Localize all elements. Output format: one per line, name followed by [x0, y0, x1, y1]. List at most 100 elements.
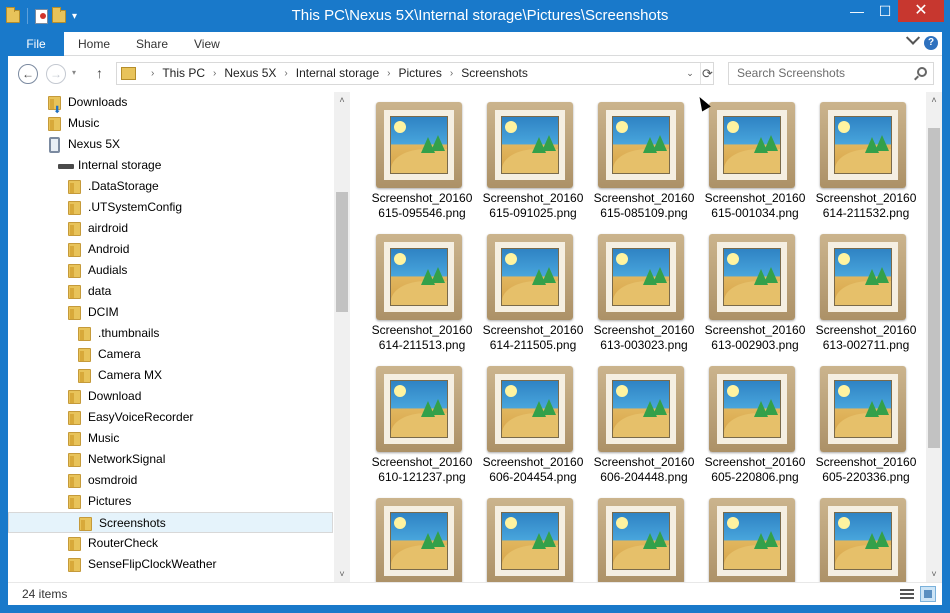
file-item[interactable]: Screenshot_20160 614-211513.png: [362, 226, 472, 354]
tree-item[interactable]: osmdroid: [8, 470, 333, 491]
file-item[interactable]: Screenshot_20160 614-211532.png: [806, 94, 916, 222]
tab-share[interactable]: Share: [136, 32, 168, 56]
file-item[interactable]: [584, 490, 684, 582]
folder-icon: [78, 327, 91, 341]
tree-item[interactable]: .UTSystemConfig: [8, 197, 333, 218]
breadcrumb-separator[interactable]: ›: [213, 63, 216, 84]
file-name-line: 606-204454.png: [489, 470, 577, 484]
address-dropdown-icon[interactable]: ⌄: [683, 63, 697, 84]
image-file-icon: [820, 234, 906, 320]
file-item[interactable]: Screenshot_20160 615-085109.png: [584, 94, 694, 222]
expand-ribbon-icon[interactable]: [905, 30, 921, 45]
breadcrumb-this-pc[interactable]: This PC: [162, 63, 205, 84]
file-name-line: 614-211513.png: [378, 338, 466, 352]
folder-icon[interactable]: [6, 6, 20, 23]
large-icons-view-icon[interactable]: [920, 586, 936, 602]
tree-item[interactable]: Nexus 5X: [8, 134, 333, 155]
tab-home[interactable]: Home: [78, 32, 110, 56]
tree-item[interactable]: airdroid: [8, 218, 333, 239]
tree-item[interactable]: Camera: [8, 344, 333, 365]
explorer-window: ▾ This PC\Nexus 5X\Internal storage\Pict…: [0, 0, 950, 613]
back-button[interactable]: ←: [18, 64, 38, 84]
file-item[interactable]: [695, 490, 795, 582]
file-item[interactable]: Screenshot_20160 605-220806.png: [695, 358, 805, 486]
forward-button[interactable]: →: [46, 64, 66, 84]
new-folder-icon[interactable]: [52, 6, 66, 23]
file-item[interactable]: Screenshot_20160 606-204454.png: [473, 358, 583, 486]
breadcrumb-pictures[interactable]: Pictures: [398, 63, 441, 84]
tree-item[interactable]: SenseFlipClockWeather: [8, 554, 333, 575]
maximize-button[interactable]: ☐: [872, 0, 898, 22]
tree-item[interactable]: Music: [8, 113, 333, 134]
tree-item[interactable]: data: [8, 281, 333, 302]
file-item[interactable]: Screenshot_20160 606-204448.png: [584, 358, 694, 486]
folder-icon: [68, 201, 81, 215]
file-item[interactable]: Screenshot_20160 615-001034.png: [695, 94, 805, 222]
scrollbar-thumb[interactable]: [928, 128, 940, 448]
file-name: Screenshot_20160 614-211505.png: [473, 323, 593, 353]
file-item[interactable]: Screenshot_20160 613-002711.png: [806, 226, 916, 354]
file-item[interactable]: [362, 490, 462, 582]
refresh-icon[interactable]: ⟳: [700, 63, 714, 84]
scroll-down-icon[interactable]: ˅: [334, 566, 350, 582]
breadcrumb-separator[interactable]: ›: [151, 63, 154, 84]
help-icon[interactable]: ?: [924, 36, 938, 50]
search-input[interactable]: Search Screenshots: [728, 62, 934, 85]
title-bar: ▾ This PC\Nexus 5X\Internal storage\Pict…: [0, 0, 950, 32]
minimize-button[interactable]: —: [844, 0, 870, 22]
breadcrumb-separator[interactable]: ›: [450, 63, 453, 84]
recent-locations-icon[interactable]: ▾: [72, 68, 76, 77]
breadcrumb-screenshots[interactable]: Screenshots: [461, 63, 528, 84]
file-item[interactable]: Screenshot_20160 615-095546.png: [362, 94, 472, 222]
tree-item[interactable]: RouterCheck: [8, 533, 333, 554]
file-item[interactable]: Screenshot_20160 613-003023.png: [584, 226, 694, 354]
tree-item[interactable]: Internal storage: [8, 155, 333, 176]
scrollbar-thumb[interactable]: [336, 192, 348, 312]
details-view-icon[interactable]: [900, 587, 914, 601]
tree-item-label: Download: [88, 389, 142, 403]
breadcrumb-separator[interactable]: ›: [387, 63, 390, 84]
file-item[interactable]: Screenshot_20160 613-002903.png: [695, 226, 805, 354]
search-icon[interactable]: [917, 67, 927, 77]
breadcrumb-internal-storage[interactable]: Internal storage: [296, 63, 379, 84]
file-name: Screenshot_20160 605-220806.png: [695, 455, 815, 485]
file-item[interactable]: Screenshot_20160 614-211505.png: [473, 226, 583, 354]
file-item[interactable]: Screenshot_20160 605-220336.png: [806, 358, 916, 486]
scroll-down-icon[interactable]: ˅: [926, 566, 942, 582]
file-name-line: Screenshot_20160: [371, 191, 473, 205]
up-button[interactable]: ↑: [96, 65, 103, 81]
address-bar[interactable]: › This PC › Nexus 5X › Internal storage …: [116, 62, 714, 85]
tree-item[interactable]: Music: [8, 428, 333, 449]
file-item[interactable]: Screenshot_20160 615-091025.png: [473, 94, 583, 222]
properties-icon[interactable]: [35, 8, 48, 24]
file-item[interactable]: [806, 490, 906, 582]
file-item[interactable]: [473, 490, 573, 582]
file-name-line: 613-002711.png: [822, 338, 910, 352]
file-item[interactable]: Screenshot_20160 610-121237.png: [362, 358, 472, 486]
tree-item[interactable]: ⬇ Downloads: [8, 92, 333, 116]
tree-item[interactable]: Pictures: [8, 491, 333, 512]
tab-view[interactable]: View: [194, 32, 220, 56]
close-button[interactable]: ✕: [898, 0, 944, 22]
tree-item[interactable]: .DataStorage: [8, 176, 333, 197]
customize-toolbar-icon[interactable]: ▾: [72, 11, 77, 22]
tree-item[interactable]: .thumbnails: [8, 323, 333, 344]
tree-item[interactable]: Screenshots: [8, 512, 333, 533]
tree-scrollbar[interactable]: ˄ ˅: [334, 92, 350, 582]
breadcrumb-nexus-5x[interactable]: Nexus 5X: [224, 63, 276, 84]
breadcrumb-separator[interactable]: ›: [284, 63, 287, 84]
tree-item-label: Camera MX: [98, 368, 163, 382]
scroll-up-icon[interactable]: ˄: [926, 92, 942, 108]
tree-item[interactable]: EasyVoiceRecorder: [8, 407, 333, 428]
tree-item[interactable]: Android: [8, 239, 333, 260]
file-name-line: 605-220336.png: [822, 470, 910, 484]
tree-item[interactable]: NetworkSignal: [8, 449, 333, 470]
tree-item[interactable]: Camera MX: [8, 365, 333, 386]
tab-file[interactable]: File: [8, 32, 64, 56]
file-name: Screenshot_20160 614-211532.png: [806, 191, 926, 221]
scroll-up-icon[interactable]: ˄: [334, 92, 350, 108]
tree-item[interactable]: Audials: [8, 260, 333, 281]
tree-item[interactable]: Download: [8, 386, 333, 407]
content-scrollbar[interactable]: ˄ ˅: [926, 92, 942, 582]
tree-item[interactable]: DCIM: [8, 302, 333, 323]
